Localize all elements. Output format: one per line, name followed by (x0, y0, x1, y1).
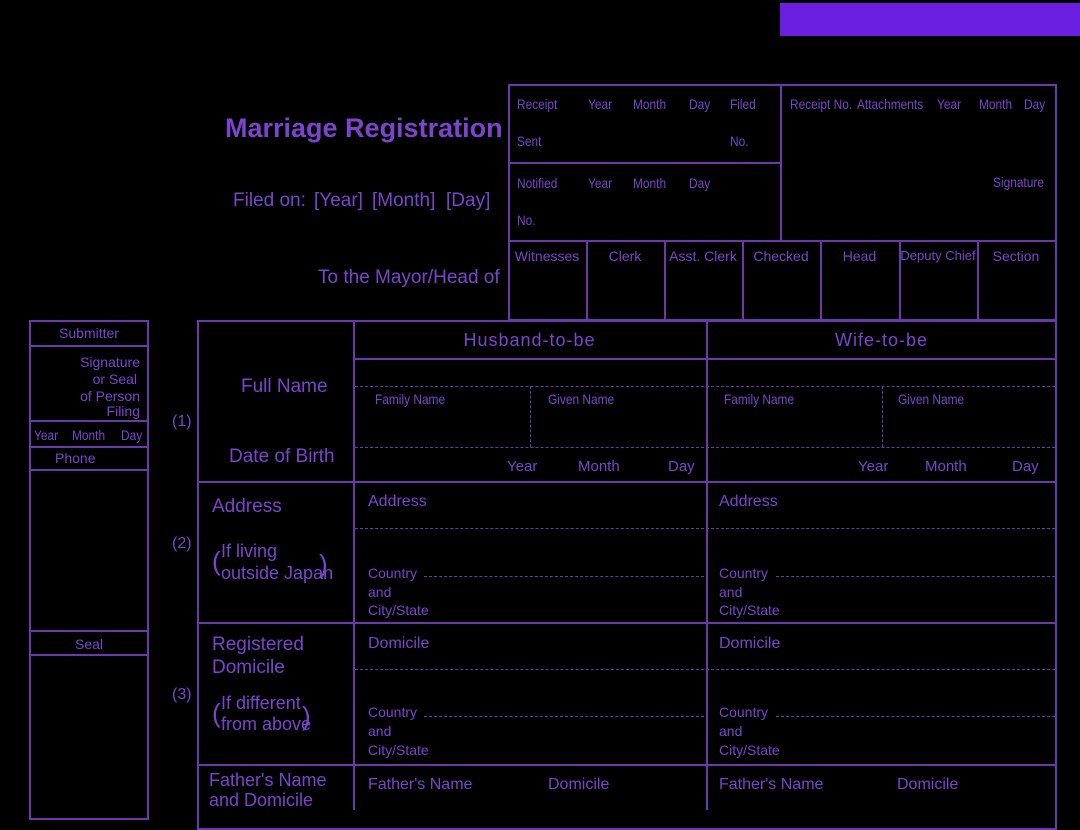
sent-label: Sent (517, 133, 542, 149)
registered-domicile-label: Registered (212, 634, 304, 655)
row-number-3: (3) (172, 686, 192, 703)
wife-fathers-domicile-label: Domicile (897, 776, 959, 793)
wife-given-name-label: Given Name (898, 391, 965, 407)
receipt-no-label: Receipt No. (790, 96, 853, 112)
wife-address-label: Address (719, 493, 778, 510)
staff-witnesses: Witnesses (514, 248, 580, 264)
husband-given-name-label: Given Name (548, 391, 615, 407)
wife-domicile-label: Domicile (719, 635, 781, 652)
husband-fathers-domicile-label: Domicile (548, 776, 610, 793)
wife-family-name-label: Family Name (724, 391, 795, 407)
office-use-block (508, 84, 1057, 321)
submitter-title: Submitter (59, 325, 119, 341)
staff-section: Section (992, 248, 1040, 264)
husband-domicile-label: Domicile (368, 635, 430, 652)
husband-column-header: Husband-to-be (463, 330, 596, 350)
staff-checked: Checked (753, 248, 809, 264)
seal-label: Seal (75, 636, 104, 652)
staff-asst-clerk: Asst. Clerk (669, 248, 737, 264)
notified-label: Notified (517, 175, 558, 191)
phone-label: Phone (55, 450, 96, 466)
husband-fathers-name-label: Father's Name (368, 776, 473, 793)
page-title: Marriage Registration (225, 113, 503, 143)
row-number-1: (1) (172, 413, 192, 430)
husband-family-name-label: Family Name (375, 391, 446, 407)
wife-fathers-name-label: Father's Name (719, 776, 824, 793)
wife-column-header: Wife-to-be (834, 330, 929, 350)
accent-bar (780, 3, 1080, 36)
full-name-label: Full Name (241, 376, 328, 397)
filed-label: Filed (730, 96, 756, 112)
staff-head: Head (842, 248, 877, 264)
signature-label: Signature (993, 174, 1044, 190)
addressee-label: To the Mayor/Head of (318, 267, 500, 288)
date-of-birth-label: Date of Birth (229, 446, 335, 467)
row-number-2: (2) (172, 535, 192, 552)
receipt-label: Receipt (517, 96, 558, 112)
attachments-label: Attachments (857, 96, 924, 112)
fathers-name-row-label: Father's Name (209, 770, 327, 790)
husband-address-label: Address (368, 493, 427, 510)
staff-clerk: Clerk (608, 248, 642, 264)
address-label: Address (212, 496, 282, 517)
staff-deputy-chief: Deputy Chief (900, 248, 976, 263)
